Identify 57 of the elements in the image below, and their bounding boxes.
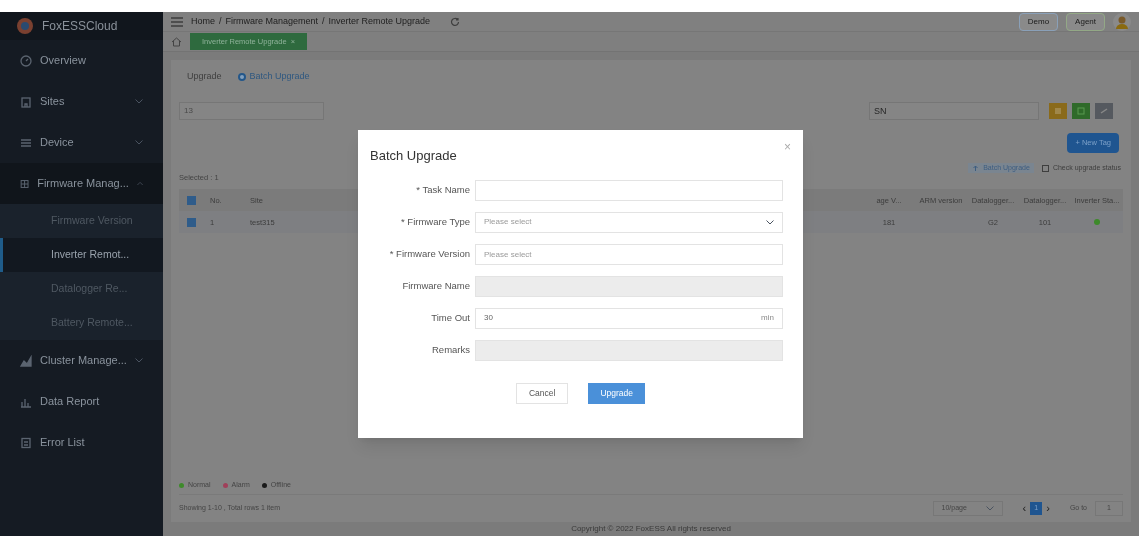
role-tag: Agent [1066, 12, 1105, 31]
chevron-icon [985, 506, 994, 511]
role-tag: Demo [1018, 12, 1059, 31]
breadcrumb-separator: / [322, 14, 325, 28]
next-page-button[interactable]: › [1042, 500, 1054, 517]
filter-field[interactable]: SN [869, 102, 1039, 120]
building-icon [20, 95, 32, 108]
chevron-icon [135, 140, 143, 145]
import-button[interactable] [1072, 103, 1090, 119]
field-label: * Task Name [415, 182, 470, 197]
select-field[interactable]: Please select [475, 211, 783, 233]
avatar-icon[interactable] [1113, 12, 1131, 31]
chevron-icon [766, 219, 774, 225]
sidebar-item[interactable]: Data Report [0, 381, 163, 422]
chevron-icon [135, 99, 143, 104]
row-checkbox[interactable] [187, 217, 196, 227]
sidebar-item[interactable]: Cluster Manage... [0, 340, 163, 381]
field-label: Time Out [430, 310, 470, 325]
gauge-icon [20, 54, 32, 67]
logo-icon [16, 17, 34, 35]
text-field[interactable] [475, 179, 783, 201]
dialog-title: Batch Upgrade [370, 147, 457, 165]
menu-icon[interactable] [171, 16, 183, 27]
grid-icon [20, 177, 30, 190]
breadcrumb-separator: / [219, 14, 222, 28]
brand-name: FoxESSCloud [42, 18, 118, 35]
field-label: * Firmware Type [400, 214, 470, 229]
document-icon [20, 436, 32, 449]
refresh-icon[interactable] [450, 16, 461, 27]
breadcrumb-link[interactable]: Home [191, 14, 215, 29]
field-label: * Firmware Version [388, 246, 470, 261]
sidebar-item[interactable]: Error List [0, 422, 163, 463]
clear-button[interactable] [1095, 103, 1113, 119]
export-button[interactable] [1049, 103, 1067, 119]
upgrade-button[interactable]: Upgrade [588, 382, 646, 404]
home-icon[interactable] [171, 36, 182, 47]
prev-page-button[interactable]: ‹ [1018, 500, 1031, 517]
text-field[interactable]: Please select [475, 243, 783, 265]
sidebar-item[interactable]: Overview [0, 40, 163, 81]
mode-radio[interactable]: Upgrade [187, 70, 222, 84]
select-all-checkbox[interactable] [187, 195, 196, 205]
upload-icon [972, 164, 980, 172]
chevron-icon [135, 358, 143, 363]
chart-icon [20, 354, 32, 367]
field-label: Remarks [431, 342, 470, 357]
cancel-button[interactable]: Cancel [515, 382, 569, 404]
number-field[interactable]: 30 min [475, 307, 783, 329]
mode-radio[interactable]: Batch Upgrade [237, 70, 310, 84]
field-label: Firmware Name [401, 278, 470, 293]
sidebar-subitem[interactable]: Inverter Remot... [0, 238, 163, 272]
breadcrumb-link[interactable]: Inverter Remote Upgrade [328, 14, 431, 29]
sidebar-item[interactable]: Device [0, 122, 163, 163]
sidebar-item[interactable]: Firmware Manag... [0, 163, 163, 204]
breadcrumb-link[interactable]: Firmware Management [225, 14, 319, 29]
sidebar-item[interactable]: Sites [0, 81, 163, 122]
chevron-icon [136, 181, 143, 186]
close-icon[interactable]: × [784, 138, 791, 156]
